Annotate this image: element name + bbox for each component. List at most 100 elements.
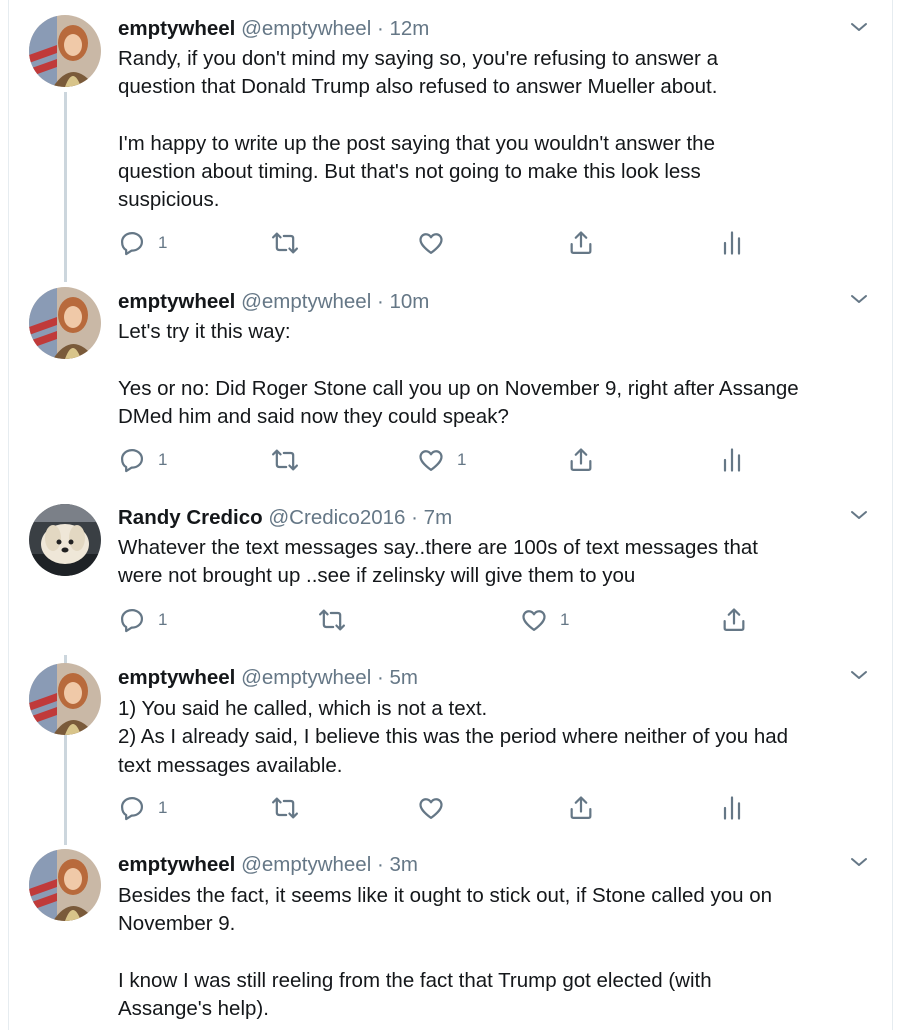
tweet[interactable]: Randy Credico @Credico2016 · 7m Whatever… (0, 489, 903, 651)
share-button[interactable] (567, 793, 595, 823)
reply-icon (120, 448, 144, 473)
reply-count: 1 (158, 610, 168, 629)
tweet-text-line: 1) You said he called, which is not a te… (118, 697, 488, 720)
avatar[interactable] (29, 663, 101, 735)
user-handle[interactable]: @emptywheel (241, 17, 371, 40)
reply-icon (120, 796, 144, 821)
analytics-icon (723, 231, 741, 255)
retweet-icon (318, 609, 346, 631)
tweet-text-line: November 9. (118, 912, 236, 936)
like-icon (419, 233, 443, 255)
tweet-text-line: question that Donald Trump also refused … (118, 75, 718, 99)
reply-count: 1 (158, 450, 168, 469)
tweet-text: Besides the fact, it seems like it ought… (118, 882, 888, 1023)
tweet-text-line: Whatever the text messages say..there ar… (118, 536, 758, 559)
tweet[interactable]: emptywheel @emptywheel · 10m Let's try i… (0, 275, 903, 489)
reply-button[interactable]: 1 (118, 605, 167, 635)
chevron-down-icon[interactable] (849, 20, 869, 34)
avatar[interactable] (29, 15, 101, 87)
display-name[interactable]: Randy Credico (118, 506, 263, 529)
reply-button[interactable]: 1 (118, 445, 167, 475)
analytics-button[interactable] (718, 445, 746, 475)
tweet-header: emptywheel @emptywheel · 5m (118, 665, 418, 691)
chevron-down-icon[interactable] (849, 668, 869, 682)
chevron-down-icon[interactable] (849, 508, 869, 522)
share-icon (570, 231, 592, 255)
separator: · (411, 506, 418, 529)
share-button[interactable] (567, 445, 595, 475)
tweet-text-line: DMed him and said now they could speak? (118, 404, 509, 428)
tweet-text-line: text messages available. (118, 753, 343, 777)
share-icon (570, 448, 592, 472)
user-handle[interactable]: @emptywheel (241, 290, 371, 313)
tweet-text: Let's try it this way: Yes or no: Did Ro… (118, 318, 888, 431)
avatar[interactable] (29, 849, 101, 921)
like-count: 1 (457, 450, 467, 469)
reply-button[interactable]: 1 (118, 228, 167, 258)
avatar[interactable] (29, 504, 101, 576)
like-icon (419, 450, 443, 472)
tweet-text-line: Let's try it this way: (118, 320, 291, 343)
avatar[interactable] (29, 287, 101, 359)
like-icon (419, 798, 443, 820)
like-button[interactable] (417, 793, 445, 823)
share-icon (723, 608, 745, 632)
timestamp[interactable]: 3m (390, 853, 418, 876)
tweet-text-line: 2) As I already said, I believe this was… (118, 725, 789, 749)
tweet[interactable]: emptywheel @emptywheel · 12m Randy, if y… (0, 0, 903, 275)
tweet-header: Randy Credico @Credico2016 · 7m (118, 505, 452, 531)
tweet-text-line: I know I was still reeling from the fact… (118, 968, 712, 992)
timestamp[interactable]: 12m (390, 17, 430, 40)
retweet-button[interactable] (318, 605, 346, 635)
like-icon (522, 610, 546, 632)
reply-count: 1 (158, 233, 168, 252)
analytics-button[interactable] (718, 228, 746, 258)
tweet-text-line: were not brought up ..see if zelinsky wi… (118, 564, 636, 588)
analytics-button[interactable] (718, 793, 746, 823)
tweet-header: emptywheel @emptywheel · 3m (118, 852, 418, 878)
share-button[interactable] (720, 605, 748, 635)
display-name[interactable]: emptywheel (118, 17, 235, 40)
retweet-icon (271, 449, 299, 471)
timestamp[interactable]: 5m (390, 666, 418, 689)
user-handle[interactable]: @Credico2016 (268, 506, 405, 529)
tweet-text-line: I'm happy to write up the post saying th… (118, 131, 715, 155)
tweet-text-line: Assange's help). (118, 997, 269, 1021)
user-handle[interactable]: @emptywheel (241, 666, 371, 689)
tweet[interactable]: emptywheel @emptywheel · 5m 1) You said … (0, 651, 903, 837)
chevron-down-icon[interactable] (849, 292, 869, 306)
display-name[interactable]: emptywheel (118, 290, 235, 313)
retweet-button[interactable] (271, 793, 299, 823)
reply-button[interactable]: 1 (118, 793, 167, 823)
analytics-icon (723, 448, 741, 472)
tweet[interactable]: emptywheel @emptywheel · 3m Besides the … (0, 837, 903, 1030)
share-icon (570, 796, 592, 820)
separator: · (376, 17, 384, 40)
display-name[interactable]: emptywheel (118, 853, 235, 876)
tweet-text-line: question about timing. But that's not go… (118, 160, 701, 184)
user-handle[interactable]: @emptywheel (241, 853, 371, 876)
timestamp[interactable]: 7m (424, 506, 452, 529)
chevron-down-icon[interactable] (849, 855, 869, 869)
display-name[interactable]: emptywheel (118, 666, 235, 689)
reply-icon (120, 231, 144, 256)
tweet-text: Whatever the text messages say..there ar… (118, 534, 888, 591)
like-button[interactable] (417, 228, 445, 258)
like-button[interactable]: 1 (417, 445, 466, 475)
tweet-text-line: Besides the fact, it seems like it ought… (118, 884, 773, 907)
analytics-icon (723, 796, 741, 820)
separator: · (376, 666, 384, 689)
tweet-header: emptywheel @emptywheel · 10m (118, 289, 429, 315)
like-button[interactable]: 1 (520, 605, 569, 635)
tweet-text-line: Randy, if you don't mind my saying so, y… (118, 47, 718, 70)
retweet-button[interactable] (271, 228, 299, 258)
reply-count: 1 (158, 798, 168, 817)
tweet-text: Randy, if you don't mind my saying so, y… (118, 45, 888, 215)
retweet-button[interactable] (271, 445, 299, 475)
retweet-icon (271, 232, 299, 254)
retweet-icon (271, 797, 299, 819)
share-button[interactable] (567, 228, 595, 258)
tweet-text-line: suspicious. (118, 188, 220, 212)
timestamp[interactable]: 10m (390, 290, 430, 313)
reply-icon (120, 608, 144, 633)
